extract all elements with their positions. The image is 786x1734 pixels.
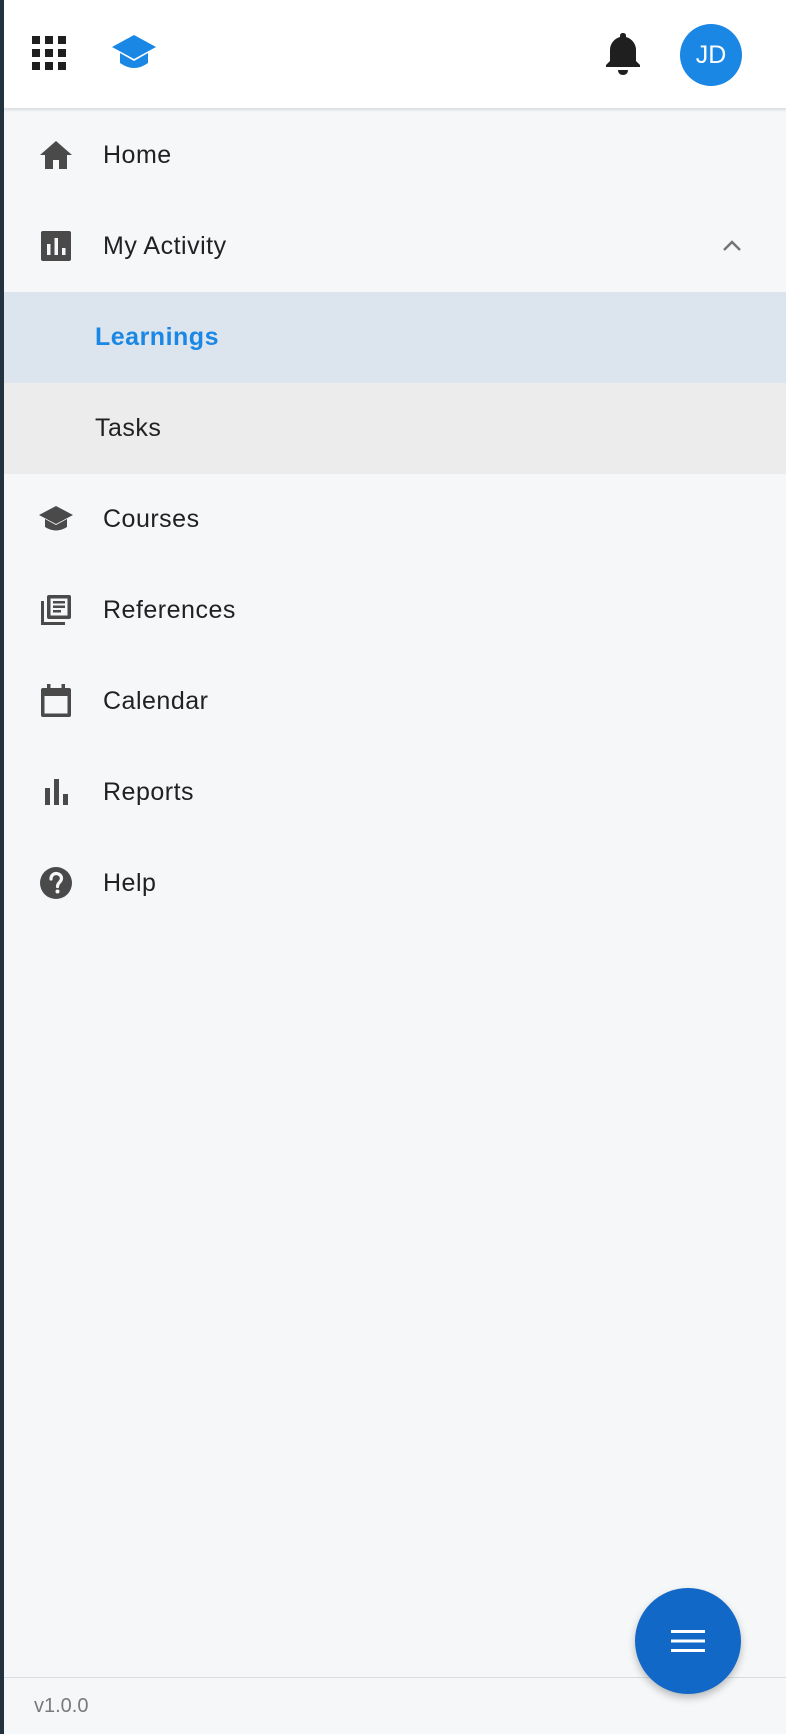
sidebar-item-label: Learnings — [95, 323, 219, 351]
menu-icon — [671, 1630, 705, 1652]
help-circle-icon — [38, 865, 74, 901]
sidebar-item-label: Courses — [103, 505, 200, 533]
sidebar-item-help[interactable]: Help — [4, 838, 786, 929]
sidebar-item-my-activity[interactable]: My Activity — [4, 201, 786, 292]
home-icon — [38, 137, 74, 173]
navigation-drawer: JD Home My Activity Learnings Tasks Cour… — [4, 0, 786, 1734]
library-books-icon — [38, 592, 74, 628]
apps-grid-icon[interactable] — [32, 36, 66, 70]
sidebar-item-label: Home — [103, 141, 172, 169]
sidebar-item-reports[interactable]: Reports — [4, 747, 786, 838]
sidebar-item-label: My Activity — [103, 232, 227, 260]
sidebar-nav: Home My Activity Learnings Tasks Courses… — [4, 110, 786, 929]
activity-chart-icon — [38, 228, 74, 264]
top-bar: JD — [4, 0, 786, 110]
sidebar-item-references[interactable]: References — [4, 565, 786, 656]
bell-icon[interactable] — [598, 30, 648, 78]
sidebar-item-label: Reports — [103, 778, 195, 806]
sidebar-subitem-tasks[interactable]: Tasks — [4, 383, 786, 474]
sidebar-subitem-learnings[interactable]: Learnings — [4, 292, 786, 383]
graduation-cap-icon — [38, 501, 74, 537]
sidebar-item-courses[interactable]: Courses — [4, 474, 786, 565]
bar-chart-icon — [38, 774, 74, 810]
avatar[interactable]: JD — [680, 24, 742, 86]
chevron-up-icon[interactable] — [720, 234, 744, 258]
sidebar-item-label: Help — [103, 869, 157, 897]
sidebar-item-label: References — [103, 596, 236, 624]
sidebar-item-label: Tasks — [95, 414, 162, 442]
version-label: v1.0.0 — [34, 1695, 89, 1717]
graduation-cap-icon[interactable] — [110, 33, 158, 73]
sidebar-item-home[interactable]: Home — [4, 110, 786, 201]
sidebar-item-calendar[interactable]: Calendar — [4, 656, 786, 747]
menu-fab-button[interactable] — [635, 1588, 741, 1694]
sidebar-item-label: Calendar — [103, 687, 209, 715]
calendar-icon — [38, 683, 74, 719]
